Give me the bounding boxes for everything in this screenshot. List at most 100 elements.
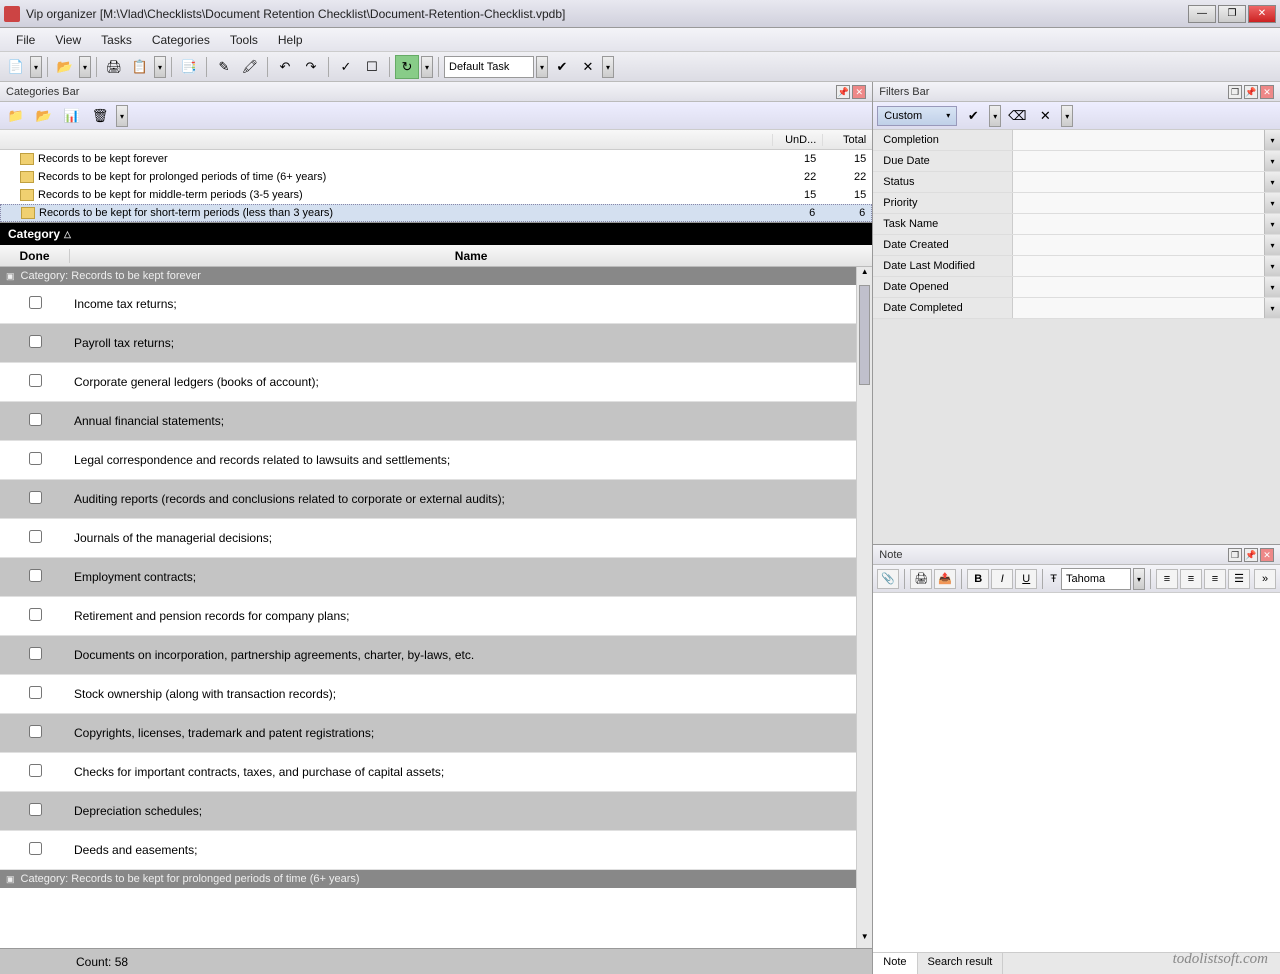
menu-tools[interactable]: Tools [220,30,268,50]
font-combo[interactable] [1061,568,1131,590]
edit-icon[interactable]: ✎ [212,55,236,79]
menu-tasks[interactable]: Tasks [91,30,142,50]
done-checkbox[interactable] [29,452,42,465]
done-checkbox[interactable] [29,686,42,699]
new-icon[interactable]: 📄 [4,55,28,79]
menu-file[interactable]: File [6,30,45,50]
new-category-icon[interactable]: 📁 [4,104,28,128]
refresh-dropdown[interactable]: ▾ [421,56,433,78]
menu-help[interactable]: Help [268,30,313,50]
done-checkbox[interactable] [29,374,42,387]
align-right-icon[interactable]: ≡ [1204,569,1226,589]
check-icon[interactable]: ✓ [334,55,358,79]
filter-dropdown-icon[interactable]: ▾ [1264,130,1280,150]
filter-dropdown-icon[interactable]: ▾ [1264,277,1280,297]
filter-dropdown-icon[interactable]: ▾ [1264,172,1280,192]
bold-button[interactable]: B [967,569,989,589]
done-checkbox[interactable] [29,335,42,348]
category-row[interactable]: Records to be kept for prolonged periods… [0,168,872,186]
group-by-band[interactable]: Category △ [0,223,872,245]
close-note-button[interactable]: ✕ [1260,548,1274,562]
filter-dropdown-icon[interactable]: ▾ [1264,214,1280,234]
uncheck-icon[interactable]: ☐ [360,55,384,79]
close-pane-button[interactable]: ✕ [852,85,866,99]
italic-button[interactable]: I [991,569,1013,589]
filter-value[interactable] [1013,298,1264,318]
category-row[interactable]: Records to be kept for short-term period… [0,204,872,222]
open-icon[interactable]: 📂 [53,55,77,79]
done-checkbox[interactable] [29,725,42,738]
done-checkbox[interactable] [29,413,42,426]
filter-dropdown-icon[interactable]: ▾ [1264,298,1280,318]
restore-icon[interactable]: ❐ [1228,85,1242,99]
task-row[interactable]: Legal correspondence and records related… [0,441,856,480]
done-checkbox[interactable] [29,569,42,582]
apply-icon[interactable]: ✔ [550,55,574,79]
done-checkbox[interactable] [29,608,42,621]
filter-dropdown-icon[interactable]: ▾ [1264,235,1280,255]
task-row[interactable]: Payroll tax returns; [0,324,856,363]
group-row[interactable]: ▣Category: Records to be kept forever [0,267,856,285]
task-template-dropdown[interactable]: ▾ [536,56,548,78]
filter-value[interactable] [1013,151,1264,171]
category-row[interactable]: Records to be kept for middle-term perio… [0,186,872,204]
note-editor[interactable] [873,593,1280,952]
close-filters-button[interactable]: ✕ [1260,85,1274,99]
delete-dropdown[interactable]: ▾ [602,56,614,78]
category-dropdown[interactable]: ▾ [116,105,128,127]
filter-preset-combo[interactable]: Custom ▾ [877,106,957,126]
maximize-button[interactable]: ❐ [1218,5,1246,23]
collapse-icon[interactable]: ▣ [6,271,15,282]
task-row[interactable]: Documents on incorporation, partnership … [0,636,856,675]
open-dropdown[interactable]: ▾ [79,56,91,78]
refresh-icon[interactable]: ↻ [395,55,419,79]
attach-icon[interactable]: 📎 [877,569,899,589]
done-checkbox[interactable] [29,803,42,816]
task-row[interactable]: Income tax returns; [0,285,856,324]
filter-value[interactable] [1013,172,1264,192]
scroll-thumb[interactable] [859,285,870,385]
done-checkbox[interactable] [29,491,42,504]
highlight-icon[interactable]: 🖍 [238,55,262,79]
delete-filter-icon[interactable]: ✕ [1033,104,1057,128]
filter-value[interactable] [1013,130,1264,150]
list-icon[interactable]: ☰ [1228,569,1250,589]
filter-value[interactable] [1013,214,1264,234]
filter-value[interactable] [1013,277,1264,297]
minimize-button[interactable]: — [1188,5,1216,23]
pin-icon[interactable]: 📌 [1244,548,1258,562]
filter-dropdown-icon[interactable]: ▾ [1264,151,1280,171]
task-row[interactable]: Corporate general ledgers (books of acco… [0,363,856,402]
edit-category-icon[interactable]: 📂 [32,104,56,128]
total-column[interactable]: Total [822,134,872,146]
name-column-header[interactable]: Name [70,249,872,263]
restore-icon[interactable]: ❐ [1228,548,1242,562]
done-checkbox[interactable] [29,296,42,309]
vertical-scrollbar[interactable]: ▲ ▼ [856,267,872,948]
task-row[interactable]: Annual financial statements; [0,402,856,441]
task-grid-body[interactable]: ▣Category: Records to be kept forever In… [0,267,856,948]
redo-icon[interactable]: ↷ [299,55,323,79]
align-left-icon[interactable]: ≡ [1156,569,1178,589]
align-center-icon[interactable]: ≡ [1180,569,1202,589]
clear-filter-icon[interactable]: ⌫ [1005,104,1029,128]
category-row[interactable]: Records to be kept forever 15 15 [0,150,872,168]
preview-dropdown[interactable]: ▾ [154,56,166,78]
delete-category-icon[interactable]: 🗑 [88,104,112,128]
undo-icon[interactable]: ↶ [273,55,297,79]
pin-icon[interactable]: 📌 [836,85,850,99]
task-row[interactable]: Auditing reports (records and conclusion… [0,480,856,519]
task-row[interactable]: Deeds and easements; [0,831,856,870]
underline-button[interactable]: U [1015,569,1037,589]
done-checkbox[interactable] [29,647,42,660]
menu-view[interactable]: View [45,30,91,50]
font-dropdown[interactable]: ▾ [1133,568,1145,590]
tab-note[interactable]: Note [873,953,917,974]
copy-icon[interactable]: 📑 [177,55,201,79]
task-row[interactable]: Copyrights, licenses, trademark and pate… [0,714,856,753]
delete-filter-dropdown[interactable]: ▾ [1061,105,1073,127]
close-button[interactable]: ✕ [1248,5,1276,23]
collapse-icon[interactable]: ▣ [6,874,15,885]
export-note-icon[interactable]: 📤 [934,569,956,589]
more-icon[interactable]: » [1254,569,1276,589]
